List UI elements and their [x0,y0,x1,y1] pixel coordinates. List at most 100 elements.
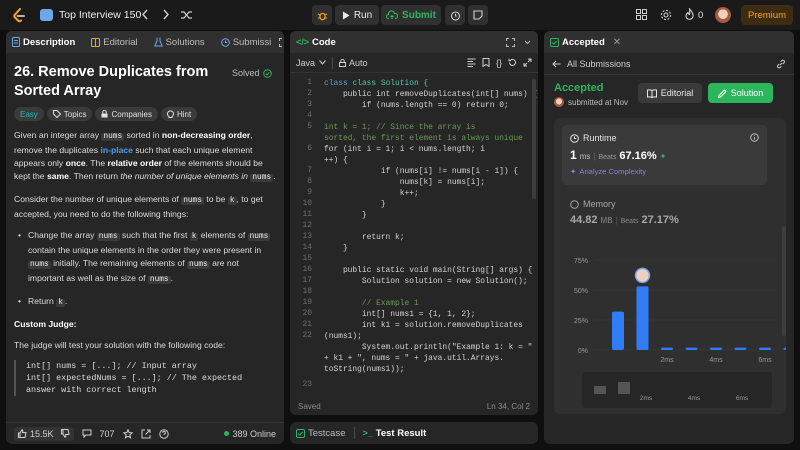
tab-description[interactable]: Description [12,37,75,48]
close-tab-icon[interactable]: ✕ [613,37,621,48]
user-avatar[interactable] [715,7,731,23]
timer-button[interactable] [445,5,465,25]
problem-list-title[interactable]: Top Interview 150 [59,9,141,21]
notes-button[interactable] [468,5,488,25]
code-line: } [324,244,348,253]
code-line: } [324,211,367,220]
submit-button[interactable]: Submit [381,5,441,25]
reset-icon[interactable] [508,58,517,67]
tab-code[interactable]: </> Code [296,37,336,48]
solved-indicator: Solved [232,67,272,80]
overview-tick-label: 4ms [688,395,701,402]
auto-mode-toggle[interactable]: Auto [339,58,368,68]
line-number: 20 [302,309,312,318]
toolbar-divider [332,56,334,69]
distribution-bar [685,347,698,350]
code-line: k++; [324,189,419,198]
link-icon[interactable] [776,59,786,69]
collapse-icon[interactable] [523,38,532,47]
premium-button[interactable]: Premium [741,5,793,25]
run-button[interactable]: Run [335,5,379,25]
comment-icon[interactable] [82,429,92,438]
distribution-bar [734,347,747,350]
next-problem-chevron-icon[interactable] [162,8,170,21]
analyze-complexity-link[interactable]: ✦ Analyze Complexity [570,167,646,176]
settings-gear-icon[interactable] [660,9,672,21]
braces-icon[interactable]: {} [496,58,502,68]
code-panel-header: </> Code [290,31,538,53]
run-label: Run [353,9,373,21]
note-icon [473,10,483,20]
description-panel-header: Description Editorial Solutions Submissi [6,31,284,53]
code-line: class class Solution { [324,79,429,88]
tab-submissions[interactable]: Submissi [220,36,272,48]
memory-card[interactable]: Memory 44.82 MB | Beats 27.17% [562,191,767,251]
in-place-link[interactable]: in-place [100,145,132,155]
problem-title-text: 26. Remove Duplicates from Sorted Array [14,64,209,99]
tab-submissions-label: Submissi [232,36,272,48]
thumbs-down-icon[interactable] [60,429,70,438]
line-number: 9 [307,188,312,197]
debug-button[interactable] [312,5,332,25]
your-submission-avatar [634,267,651,284]
tab-test-result[interactable]: >_ Test Result [363,428,427,439]
streak-fire-icon[interactable] [684,8,695,21]
hint-tag-button[interactable]: Hint [160,107,198,121]
tab-solutions[interactable]: Solutions [153,36,205,48]
code-line: public int removeDuplicates(int[] nums) … [324,90,538,99]
format-icon[interactable] [467,58,476,67]
layout-grid-icon[interactable] [636,9,647,20]
runtime-distribution-chart: 75% 50% 25% 0% 2ms 4ms 6ms 2ms 4ms 6ms [574,258,786,408]
runtime-card[interactable]: Runtime 1 ms | Beats 67.16% ✦ ✦ Analyze … [562,125,767,185]
judge-code-line: int[] expectedNums = [...]; // The expec… [26,373,243,383]
editor-status-bar: Saved Ln 34, Col 2 [290,397,538,415]
all-submissions-link[interactable]: All Submissions [567,59,631,69]
distribution-bar [661,347,673,350]
share-icon[interactable] [141,429,151,439]
y-tick-label: 25% [574,318,588,325]
code-line: if (nums[i] != nums[i - 1]) { [324,167,519,176]
book-icon [91,37,101,47]
code-editor[interactable]: 1 2 3 4 5 6 7 8 9 10 11 12 13 14 15 16 1… [290,75,538,395]
stat-divider: | [615,216,618,225]
line-number: 6 [307,144,312,153]
info-icon[interactable] [750,133,759,142]
like-button[interactable]: 15.5K [14,426,74,441]
maximize-icon[interactable] [279,37,284,47]
expand-arrows-icon[interactable] [523,58,532,67]
back-arrow-icon[interactable] [552,60,561,68]
y-tick-label: 75% [574,258,588,265]
maximize-icon[interactable] [506,37,515,47]
result-scrollbar[interactable] [782,226,786,336]
topics-tag-button[interactable]: Topics [46,107,93,121]
solution-button[interactable]: Solution [708,83,773,103]
custom-judge-heading: Custom Judge: [14,319,77,329]
bookmark-icon[interactable] [482,58,490,67]
language-select[interactable]: Java [296,58,326,68]
auto-label: Auto [349,57,368,68]
help-circle-icon[interactable] [158,428,169,439]
distribution-bar [612,311,624,350]
description-footer: 15.5K 707 389 Online [6,422,284,444]
shuffle-icon[interactable] [180,9,193,21]
tab-editorial[interactable]: Editorial [91,37,138,48]
tab-solutions-label: Solutions [165,36,205,48]
tab-accepted[interactable]: Accepted [550,37,605,48]
problem-title: 26. Remove Duplicates from Sorted Array [14,63,224,101]
leetcode-logo-icon[interactable] [12,8,26,23]
code-line: if (nums.length == 0) return 0; [324,101,509,110]
difficulty-label: Easy [20,109,38,119]
lock-icon [101,110,108,118]
tab-testcase[interactable]: Testcase [296,428,346,439]
document-icon [12,37,20,47]
editor-scrollbar[interactable] [532,79,536,199]
editorial-button[interactable]: Editorial [638,83,702,103]
companies-tag-button[interactable]: Companies [95,107,158,121]
line-number: 7 [307,166,312,175]
problem-list-icon[interactable] [40,9,53,21]
code-line: nums[k] = nums[i]; [324,178,485,187]
tab-test-result-label: Test Result [375,427,427,439]
star-icon[interactable] [122,428,133,439]
line-number: 15 [302,254,312,263]
prev-problem-chevron-icon[interactable] [141,8,149,21]
